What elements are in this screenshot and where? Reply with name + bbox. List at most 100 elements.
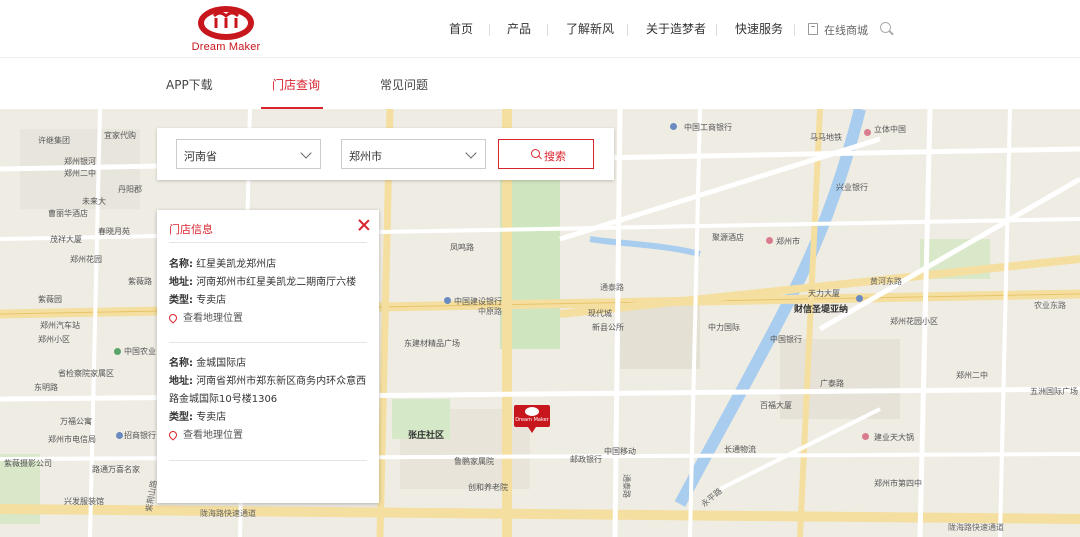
nav-about-fresh-air[interactable]: 了解新风: [566, 20, 614, 37]
map-label: 东明路: [34, 383, 58, 392]
tab-store-search[interactable]: 门店查询: [272, 76, 320, 93]
nav-quick-service[interactable]: 快速服务: [735, 20, 783, 37]
map-label: 郑州花园: [70, 255, 102, 264]
address-label: 地址:: [169, 277, 193, 288]
nav-divider: [627, 24, 628, 36]
logo-text: Dream Maker: [191, 41, 261, 53]
map-label: 紫薇路: [128, 277, 152, 286]
map-label: 百福大厦: [760, 401, 792, 410]
province-select[interactable]: 河南省: [176, 139, 321, 169]
search-icon[interactable]: [880, 22, 891, 33]
nav-divider: [547, 24, 548, 36]
poi-icon: [116, 432, 123, 439]
map-label: 郑州市电信局: [48, 435, 96, 444]
poi-icon: [862, 433, 869, 440]
map-label: 广泰路: [820, 379, 844, 388]
nav-divider: [716, 24, 717, 36]
map-label: 兴发服装馆: [64, 497, 104, 506]
map-label: 黄河东路: [870, 277, 902, 286]
name-label: 名称:: [169, 358, 193, 369]
map-label: 郑州花园小区: [890, 317, 938, 326]
nav-divider: [489, 24, 490, 36]
map-label: 鲁鹏家属院: [454, 457, 494, 466]
map-label: 省检察院家属区: [58, 369, 114, 378]
store-address: 河南郑州市红星美凯龙二期南厅六楼: [196, 277, 357, 288]
nav-about-us[interactable]: 关于造梦者: [646, 20, 706, 37]
city-select[interactable]: 郑州市: [341, 139, 486, 169]
map-label: 通泰路: [600, 283, 624, 292]
site-header: Dream Maker 首页 产品 了解新风 关于造梦者 快速服务 在线商城: [0, 0, 1080, 58]
logo-mark-icon: [198, 6, 254, 40]
info-panel-title: 门店信息: [169, 223, 213, 236]
map-label: 丹阳郡: [118, 185, 142, 194]
tab-app-download[interactable]: APP下载: [166, 76, 213, 93]
map-label: 中力国际: [708, 323, 740, 332]
poi-icon: [856, 295, 863, 302]
map-label: 财信圣堤亚纳: [794, 305, 849, 315]
chevron-down-icon: [300, 147, 312, 159]
map-label: 长通物流: [724, 445, 756, 454]
map-label: 紫薇园: [38, 295, 62, 304]
nav-products[interactable]: 产品: [507, 20, 531, 37]
type-label: 类型:: [169, 412, 193, 423]
store-type: 专卖店: [196, 295, 227, 306]
bag-icon: [808, 23, 818, 35]
store-name: 红星美凯龙郑州店: [196, 259, 277, 270]
map-label: 郑州小区: [38, 335, 70, 344]
map-label: 建业天大锅: [874, 433, 914, 442]
map-label: 宜家代购: [104, 131, 136, 140]
location-pin-icon: [167, 429, 179, 441]
poi-icon: [670, 123, 677, 130]
map-label: 农业东路: [1034, 301, 1066, 310]
map-label: 张庄社区: [408, 431, 445, 441]
store-address: 河南省郑州市郑东新区商务内环众意西路金城国际10号楼1306: [169, 376, 367, 405]
online-mall-link[interactable]: 在线商城: [824, 22, 868, 38]
map-label: 陇海路快速通道: [200, 509, 256, 518]
view-location-link[interactable]: 查看地理位置: [167, 310, 374, 328]
close-icon[interactable]: [357, 218, 371, 232]
city-value: 郑州市: [349, 150, 382, 163]
map-label: 中国建设银行: [454, 297, 502, 306]
view-location-link[interactable]: 查看地理位置: [167, 427, 374, 445]
map-label: 春晓月苑: [98, 227, 130, 236]
store-map-marker[interactable]: Dream Maker: [514, 405, 550, 433]
map-label: 紫薇摄影公司: [4, 459, 52, 468]
map-label: 郑州二中: [956, 371, 988, 380]
map-label: 曹丽华酒店: [48, 209, 88, 218]
map-label: 兴业银行: [836, 183, 868, 192]
map-label: 聚源酒店: [712, 233, 744, 242]
address-label: 地址:: [169, 376, 193, 387]
map-label: 东建材精品广场: [404, 339, 460, 348]
map-label: 郑州汽车站: [40, 321, 80, 330]
map-label: 中国银行: [770, 335, 802, 344]
map-label: 郑州银河: [64, 157, 96, 166]
map-label: 未来大: [82, 197, 106, 206]
store-type: 专卖店: [196, 412, 227, 423]
map-label: 邮政银行: [570, 455, 602, 464]
map-label: 现代城: [588, 309, 612, 318]
marker-logo-icon: [525, 407, 539, 416]
search-button-label: 搜索: [544, 150, 566, 163]
store-entry: 名称: 红星美凯龙郑州店 地址: 河南郑州市红星美凯龙二期南厅六楼 类型: 专卖…: [167, 256, 374, 328]
poi-icon: [864, 129, 871, 136]
map-label: 五洲国际广场: [1030, 387, 1078, 396]
chevron-down-icon: [465, 147, 477, 159]
location-pin-icon: [167, 312, 179, 324]
map-label: 马马地铁: [810, 133, 842, 142]
tab-faq[interactable]: 常见问题: [380, 76, 428, 93]
poi-icon: [766, 237, 773, 244]
type-label: 类型:: [169, 295, 193, 306]
marker-label: Dream Maker: [515, 417, 549, 423]
nav-home[interactable]: 首页: [449, 20, 473, 37]
store-info-panel: 门店信息 名称: 红星美凯龙郑州店 地址: 河南郑州市红星美凯龙二期南厅六楼 类…: [157, 210, 379, 503]
name-label: 名称:: [169, 259, 193, 270]
map-label: 中国移动: [604, 447, 636, 456]
search-button[interactable]: 搜索: [498, 139, 594, 169]
nav-divider: [794, 24, 795, 36]
map-label: 新县公所: [592, 323, 624, 332]
divider: [169, 342, 367, 343]
map-label: 陇海路快速通道: [948, 523, 1004, 532]
brand-logo[interactable]: Dream Maker: [186, 6, 266, 54]
divider: [169, 460, 367, 461]
divider: [169, 242, 367, 243]
